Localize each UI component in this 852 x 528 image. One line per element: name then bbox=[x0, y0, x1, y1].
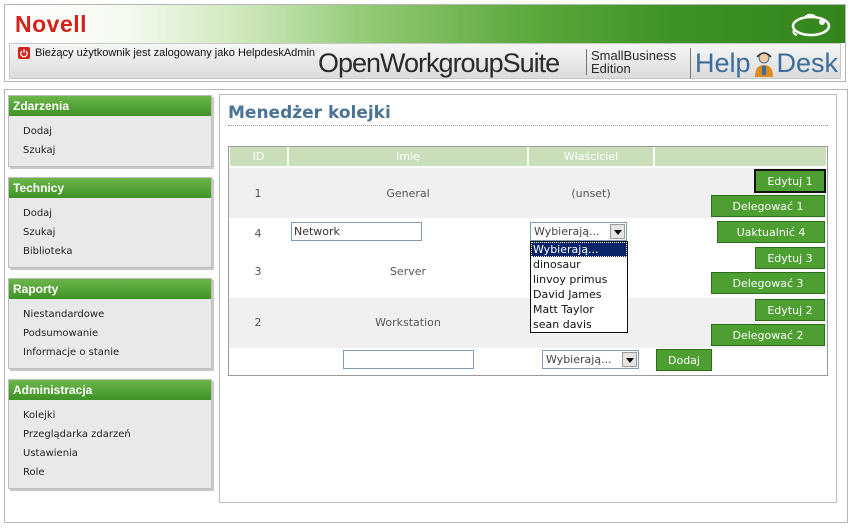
sidebar-item-przegladarka-zdarzen[interactable]: Przeglądarka zdarzeń bbox=[9, 425, 211, 444]
gecko-icon bbox=[791, 13, 831, 37]
dropdown-option[interactable]: Wybierają... bbox=[531, 242, 627, 257]
user-status: Bieżący użytkownik jest zalogowany jako … bbox=[18, 47, 315, 59]
app-header: Novell Bieżący użytkownik jest zalogowan… bbox=[4, 4, 846, 82]
user-status-text: Bieżący użytkownik jest zalogowany jako … bbox=[35, 47, 316, 59]
sidebar-item-szukaj-zdarzenie[interactable]: Szukaj bbox=[9, 141, 211, 160]
row-id: 1 bbox=[254, 187, 262, 200]
main-panel: Menedżer kolejki ID Imię Właściciel 1 Ge… bbox=[219, 94, 837, 503]
row-id: 3 bbox=[254, 265, 262, 278]
sidebar-item-informacje-o-stanie[interactable]: Informacje o stanie bbox=[9, 343, 211, 362]
sidebar-item-ustawienia[interactable]: Ustawienia bbox=[9, 444, 211, 463]
support-agent-icon bbox=[754, 51, 773, 77]
column-header-name: Imię bbox=[289, 147, 527, 166]
logout-icon[interactable] bbox=[18, 47, 30, 59]
header-product-band: Bieżący użytkownik jest zalogowany jako … bbox=[9, 43, 841, 79]
sidebar-item-dodaj-zdarzenie[interactable]: Dodaj bbox=[9, 122, 211, 141]
new-queue-name-input[interactable] bbox=[343, 350, 474, 369]
sidebar-item-podsumowanie[interactable]: Podsumowanie bbox=[9, 324, 211, 343]
panel-zdarzenia: Zdarzenia Dodaj Szukaj bbox=[8, 95, 212, 167]
delegate-queue-2-button[interactable]: Delegować 2 bbox=[711, 324, 825, 346]
row-name: General bbox=[386, 187, 430, 200]
owner-dropdown-list: Wybierają... dinosaur linvoy primus Davi… bbox=[530, 241, 628, 333]
row-id: 4 bbox=[254, 227, 262, 240]
dropdown-option[interactable]: dinosaur bbox=[531, 257, 627, 272]
dropdown-option[interactable]: sean davis bbox=[531, 317, 627, 332]
sidebar-item-dodaj-technik[interactable]: Dodaj bbox=[9, 204, 211, 223]
helpdesk-logo-right: Desk bbox=[776, 48, 839, 78]
row-owner: (unset) bbox=[571, 187, 611, 200]
delegate-queue-3-button[interactable]: Delegować 3 bbox=[711, 272, 825, 294]
chevron-down-icon[interactable] bbox=[610, 224, 625, 239]
column-header-owner: Właściciel bbox=[529, 147, 653, 166]
delegate-queue-1-button[interactable]: Delegować 1 bbox=[711, 195, 825, 217]
panel-title: Raporty bbox=[9, 279, 211, 299]
owner-select-value: Wybierają... bbox=[534, 225, 600, 238]
update-queue-4-button[interactable]: Uaktualnić 4 bbox=[717, 221, 825, 243]
sidebar-item-role[interactable]: Role bbox=[9, 463, 211, 482]
row-name: Server bbox=[389, 265, 427, 278]
chevron-down-icon[interactable] bbox=[622, 352, 637, 367]
sidebar-item-niestandardowe[interactable]: Niestandardowe bbox=[9, 305, 211, 324]
queue-table: ID Imię Właściciel 1 General (unset) Edy… bbox=[228, 146, 828, 376]
helpdesk-logo: Help Desk bbox=[690, 48, 838, 79]
edit-queue-2-button[interactable]: Edytuj 2 bbox=[755, 299, 825, 321]
dropdown-option[interactable]: linvoy primus bbox=[531, 272, 627, 287]
sidebar-item-biblioteka[interactable]: Biblioteka bbox=[9, 242, 211, 261]
edition-line-2: Edition bbox=[591, 61, 631, 76]
column-header-actions bbox=[655, 147, 826, 166]
sidebar-item-szukaj-technik[interactable]: Szukaj bbox=[9, 223, 211, 242]
edit-queue-1-button[interactable]: Edytuj 1 bbox=[754, 169, 826, 193]
page-title: Menedżer kolejki bbox=[228, 103, 391, 123]
helpdesk-logo-left: Help bbox=[695, 48, 751, 78]
sidebar: Zdarzenia Dodaj Szukaj Technicy Dodaj Sz… bbox=[8, 95, 212, 499]
edit-queue-3-button[interactable]: Edytuj 3 bbox=[755, 247, 825, 269]
queue-name-input[interactable] bbox=[291, 222, 422, 241]
panel-technicy: Technicy Dodaj Szukaj Biblioteka bbox=[8, 177, 212, 268]
new-owner-select-value: Wybierają... bbox=[546, 353, 612, 366]
row-name: Workstation bbox=[375, 316, 441, 329]
owner-select[interactable]: Wybierają... bbox=[530, 222, 627, 241]
product-edition: SmallBusiness Edition bbox=[586, 49, 676, 75]
dropdown-option[interactable]: David James bbox=[531, 287, 627, 302]
add-queue-button[interactable]: Dodaj bbox=[656, 349, 712, 371]
title-divider bbox=[228, 125, 828, 126]
novell-logo: Novell bbox=[15, 11, 88, 37]
panel-title: Zdarzenia bbox=[9, 96, 211, 116]
column-header-id: ID bbox=[230, 147, 287, 166]
product-name: OpenWorkgroupSuite bbox=[318, 48, 560, 78]
dropdown-option[interactable]: Matt Taylor bbox=[531, 302, 627, 317]
panel-administracja: Administracja Kolejki Przeglądarka zdarz… bbox=[8, 379, 212, 489]
new-owner-select[interactable]: Wybierają... bbox=[542, 350, 639, 369]
row-id: 2 bbox=[254, 316, 262, 329]
panel-raporty: Raporty Niestandardowe Podsumowanie Info… bbox=[8, 278, 212, 369]
sidebar-item-kolejki[interactable]: Kolejki bbox=[9, 406, 211, 425]
panel-title: Technicy bbox=[9, 178, 211, 198]
header-banner: Novell bbox=[5, 5, 845, 43]
panel-title: Administracja bbox=[9, 380, 211, 400]
